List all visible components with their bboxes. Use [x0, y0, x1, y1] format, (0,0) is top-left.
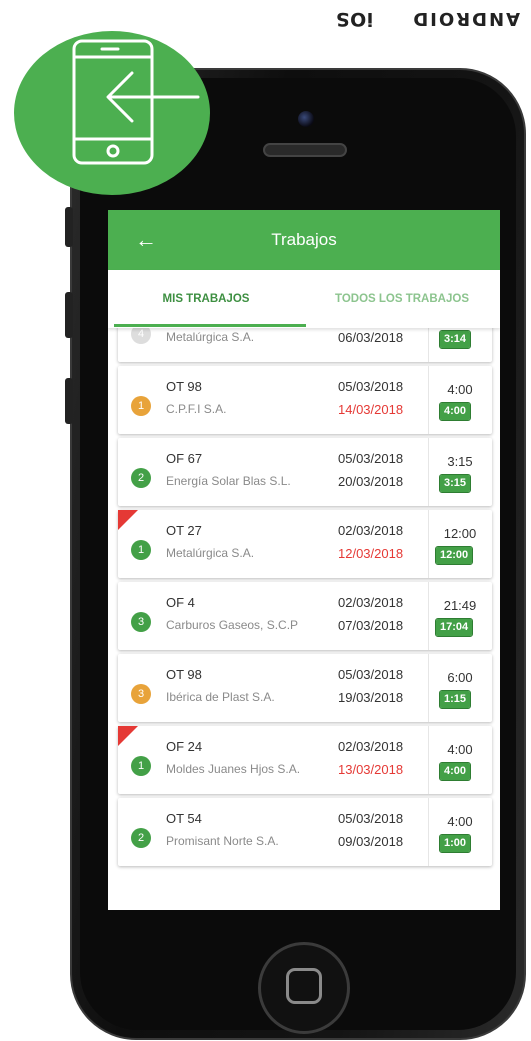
job-client: Carburos Gaseos, S.C.P: [166, 618, 299, 632]
job-code: OT 27: [166, 523, 202, 538]
job-date-end: 12/03/2018: [338, 546, 404, 561]
job-code: OT 54: [166, 811, 202, 826]
job-date-start: 05/03/2018: [338, 451, 404, 466]
job-list[interactable]: 4 OF 4 Metalúrgica S.A. 02/03/2018 06/03/201…: [108, 328, 500, 910]
job-date-start: 05/03/2018: [338, 811, 404, 826]
phone-arrow-icon-graphic: [72, 39, 200, 165]
card-divider: [428, 438, 429, 506]
tab-indicator: [114, 324, 306, 327]
job-card[interactable]: 3 OF 4 Carburos Gaseos, S.C.P 02/03/2018 07/…: [118, 582, 492, 650]
front-camera: [298, 111, 314, 127]
job-hours-done-badge: 4:00: [438, 762, 472, 781]
job-client: Ibérica de Plast S.A.: [166, 690, 275, 704]
job-date-end: 06/03/2018: [338, 330, 404, 345]
earpiece-speaker: [263, 143, 347, 157]
card-divider: [428, 510, 429, 578]
job-date-end: 13/03/2018: [338, 762, 404, 777]
arrow-left-icon[interactable]: ←: [130, 224, 162, 256]
job-hours-planned: 4:00: [447, 814, 473, 829]
job-card[interactable]: 1 OF 24 Moldes Juanes Hjos S.A. 02/03/2018 1…: [118, 726, 492, 794]
job-card[interactable]: 1 OT 27 Metalúrgica S.A. 02/03/2018 12/03/20…: [118, 510, 492, 578]
job-hours-done-badge: 3:14: [438, 330, 472, 349]
platform-labels: ANDROID iOS: [290, 4, 520, 34]
job-card[interactable]: 2 OF 67 Energía Solar Blas S.L. 05/03/2018 2…: [118, 438, 492, 506]
tab-mis-trabajos[interactable]: MIS TRABAJOS: [108, 270, 304, 328]
job-code: OF 4: [166, 595, 195, 610]
flag-icon: [118, 510, 138, 530]
job-hours-done-badge: 4:00: [438, 402, 472, 421]
job-hours-planned: 6:00: [447, 670, 473, 685]
job-hours-planned: 4:00: [447, 742, 473, 757]
priority-badge: 2: [131, 468, 151, 488]
app-screen: Trabajos ← MIS TRABAJOS TODOS LOS TRABAJ…: [108, 210, 500, 910]
job-hours-planned: 21:49: [443, 598, 477, 613]
job-date-start: 02/03/2018: [338, 739, 404, 754]
priority-badge: 2: [131, 828, 151, 848]
priority-badge: 3: [131, 684, 151, 704]
card-divider: [428, 726, 429, 794]
job-date-end: 07/03/2018: [338, 618, 404, 633]
priority-badge: 1: [131, 396, 151, 416]
app-bar: Trabajos ←: [108, 210, 500, 270]
volume-up-button: [65, 292, 73, 338]
job-date-start: 02/03/2018: [338, 595, 404, 610]
job-hours-done-badge: 12:00: [434, 546, 474, 565]
page-title: Trabajos: [271, 230, 337, 249]
job-client: Metalúrgica S.A.: [166, 330, 255, 344]
volume-down-button: [65, 378, 73, 424]
job-code: OT 98: [166, 379, 202, 394]
job-hours-done-badge: 1:15: [438, 690, 472, 709]
job-card[interactable]: 1 OT 98 C.P.F.I S.A. 05/03/2018 14/03/2018 4:…: [118, 366, 492, 434]
job-card[interactable]: 4OF 4Metalúrgica S.A.02/03/201806/03/201…: [118, 328, 492, 362]
mute-switch: [65, 207, 73, 247]
card-divider: [428, 654, 429, 722]
job-client: Energía Solar Blas S.L.: [166, 474, 291, 488]
job-hours-planned: 3:15: [447, 454, 473, 469]
ios-label: iOS: [335, 8, 374, 30]
job-hours-planned: 12:00: [443, 526, 477, 541]
job-card[interactable]: 2 OT 54 Promisant Norte S.A. 05/03/2018 09/0…: [118, 798, 492, 866]
job-date-start: 02/03/2018: [338, 523, 404, 538]
card-divider: [428, 366, 429, 434]
job-hours-planned: 4:00: [447, 382, 473, 397]
job-card[interactable]: 3 OT 98 Ibérica de Plast S.A. 05/03/2018 19/…: [118, 654, 492, 722]
job-date-end: 09/03/2018: [338, 834, 404, 849]
job-date-end: 19/03/2018: [338, 690, 404, 705]
job-client: Moldes Juanes Hjos S.A.: [166, 762, 301, 776]
tab-todos-los-trabajos[interactable]: TODOS LOS TRABAJOS: [304, 270, 500, 328]
job-code: OT 98: [166, 667, 202, 682]
priority-badge: 1: [131, 540, 151, 560]
priority-badge: 3: [131, 612, 151, 632]
flag-icon: [118, 726, 138, 746]
job-date-start: 05/03/2018: [338, 667, 404, 682]
job-client: C.P.F.I S.A.: [166, 402, 227, 416]
job-client: Promisant Norte S.A.: [166, 834, 279, 848]
job-date-start: 05/03/2018: [338, 379, 404, 394]
card-divider: [428, 582, 429, 650]
priority-badge: 4: [131, 328, 151, 344]
job-hours-done-badge: 1:00: [438, 834, 472, 853]
job-client: Metalúrgica S.A.: [166, 546, 255, 560]
job-code: OF 24: [166, 739, 203, 754]
card-divider: [428, 328, 429, 362]
job-hours-done-badge: 3:15: [438, 474, 472, 493]
job-hours-done-badge: 17:04: [434, 618, 474, 637]
job-date-end: 14/03/2018: [338, 402, 404, 417]
phone-arrow-icon: [14, 31, 210, 195]
job-code: OF 67: [166, 451, 203, 466]
job-date-end: 20/03/2018: [338, 474, 404, 489]
home-square-icon: [286, 968, 322, 1004]
android-label: ANDROID: [411, 8, 520, 30]
priority-badge: 1: [131, 756, 151, 776]
tab-bar: MIS TRABAJOS TODOS LOS TRABAJOS: [108, 270, 500, 328]
card-divider: [428, 798, 429, 866]
